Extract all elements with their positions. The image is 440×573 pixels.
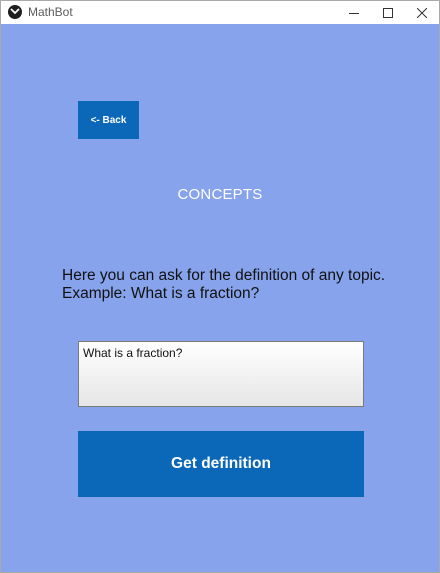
maximize-icon xyxy=(383,7,393,18)
mathbot-logo-icon xyxy=(8,5,22,19)
window-title: MathBot xyxy=(28,5,73,19)
app-window: MathBot <- Back CONCEPTS Here you can as… xyxy=(0,0,440,573)
maximize-button[interactable] xyxy=(370,1,406,24)
title-bar[interactable]: MathBot xyxy=(1,1,439,24)
instruction-line-1: Here you can ask for the definition of a… xyxy=(62,267,386,284)
back-button[interactable]: <- Back xyxy=(78,101,139,139)
close-button[interactable] xyxy=(404,1,440,24)
close-icon xyxy=(417,7,427,18)
main-content: <- Back CONCEPTS Here you can ask for th… xyxy=(1,24,439,572)
page-title: CONCEPTS xyxy=(177,186,263,203)
instruction-line-2: Example: What is a fraction? xyxy=(62,285,260,302)
minimize-icon xyxy=(349,12,359,14)
get-definition-button[interactable]: Get definition xyxy=(78,431,364,497)
minimize-button[interactable] xyxy=(336,1,372,24)
instructions-text: Here you can ask for the definition of a… xyxy=(62,267,422,303)
question-input[interactable]: What is a fraction? xyxy=(78,341,364,407)
